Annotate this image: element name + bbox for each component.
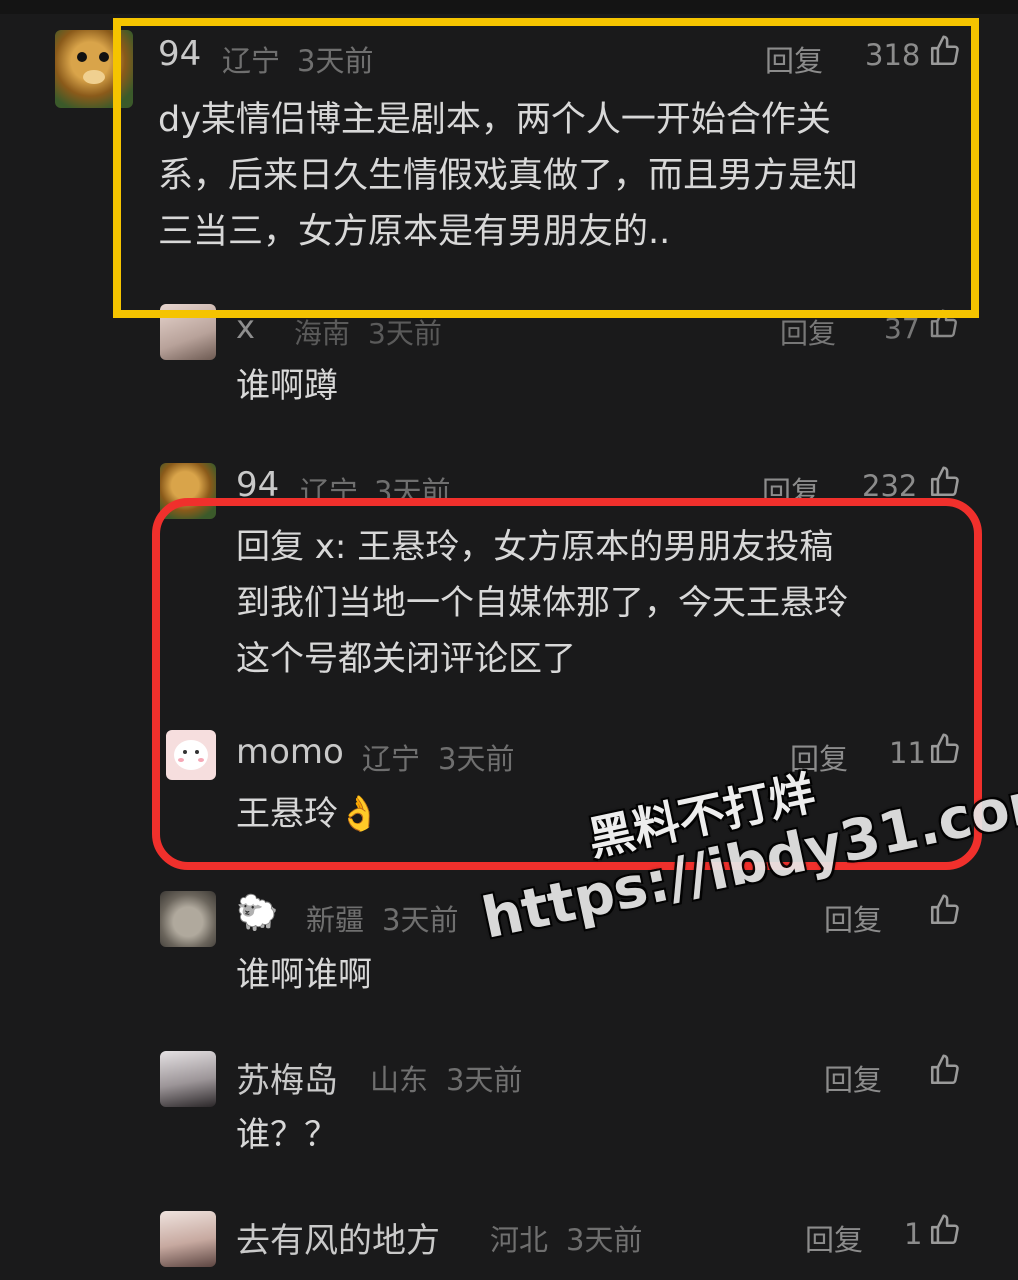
avatar[interactable]	[160, 1051, 216, 1107]
thumbs-up-icon[interactable]	[928, 893, 962, 927]
comment-region: 新疆	[306, 903, 365, 937]
comment-text: 谁啊蹲	[236, 358, 976, 414]
thumbs-up-icon[interactable]	[928, 465, 962, 499]
comment-text-line: 谁？？	[236, 1115, 338, 1155]
comment-text: 谁？？	[236, 1107, 936, 1163]
comment-text: 谁啊谁啊	[236, 947, 936, 1003]
comment-text-line: 谁啊谁啊	[236, 955, 372, 995]
comment-time: 3天前	[382, 903, 459, 937]
reply-item: 去有风的地方 河北 3天前 回复 1	[0, 1205, 1018, 1280]
reply-button[interactable]: 回复	[780, 312, 836, 352]
like-count: 1	[904, 1217, 923, 1251]
reply-button[interactable]: 回复	[805, 1217, 863, 1259]
comment-time: 3天前	[446, 1063, 523, 1097]
thumbs-up-icon[interactable]	[928, 1213, 962, 1247]
thumbs-up-icon[interactable]	[928, 1053, 962, 1087]
avatar[interactable]	[160, 1211, 216, 1267]
reply-item: 苏梅岛 山东 3天前 回复 谁？？	[0, 1045, 1018, 1175]
reply-item: x 海南 3天前 回复 37 谁啊蹲	[0, 300, 1018, 450]
reply-button[interactable]: 回复	[824, 897, 882, 939]
reply-button[interactable]: 回复	[824, 1057, 882, 1099]
comment-username[interactable]: 苏梅岛	[236, 1053, 338, 1102]
avatar[interactable]	[160, 891, 216, 947]
comment-region: 河北	[490, 1223, 549, 1257]
comment-username[interactable]: 🐑	[236, 893, 278, 933]
comment-time: 3天前	[566, 1223, 643, 1257]
comment-region: 海南	[294, 317, 351, 350]
comment-username[interactable]: 去有风的地方	[236, 1213, 440, 1262]
comment-region: 山东	[370, 1063, 429, 1097]
comment-text-line: 谁啊蹲	[236, 366, 338, 406]
comment-time: 3天前	[368, 317, 442, 350]
comment-thread: 94 辽宁 3天前 回复 318 dy某情侣博主是剧本，两个人一开始合作关 系，…	[0, 0, 1018, 1280]
yellow-highlight-box	[113, 18, 979, 318]
